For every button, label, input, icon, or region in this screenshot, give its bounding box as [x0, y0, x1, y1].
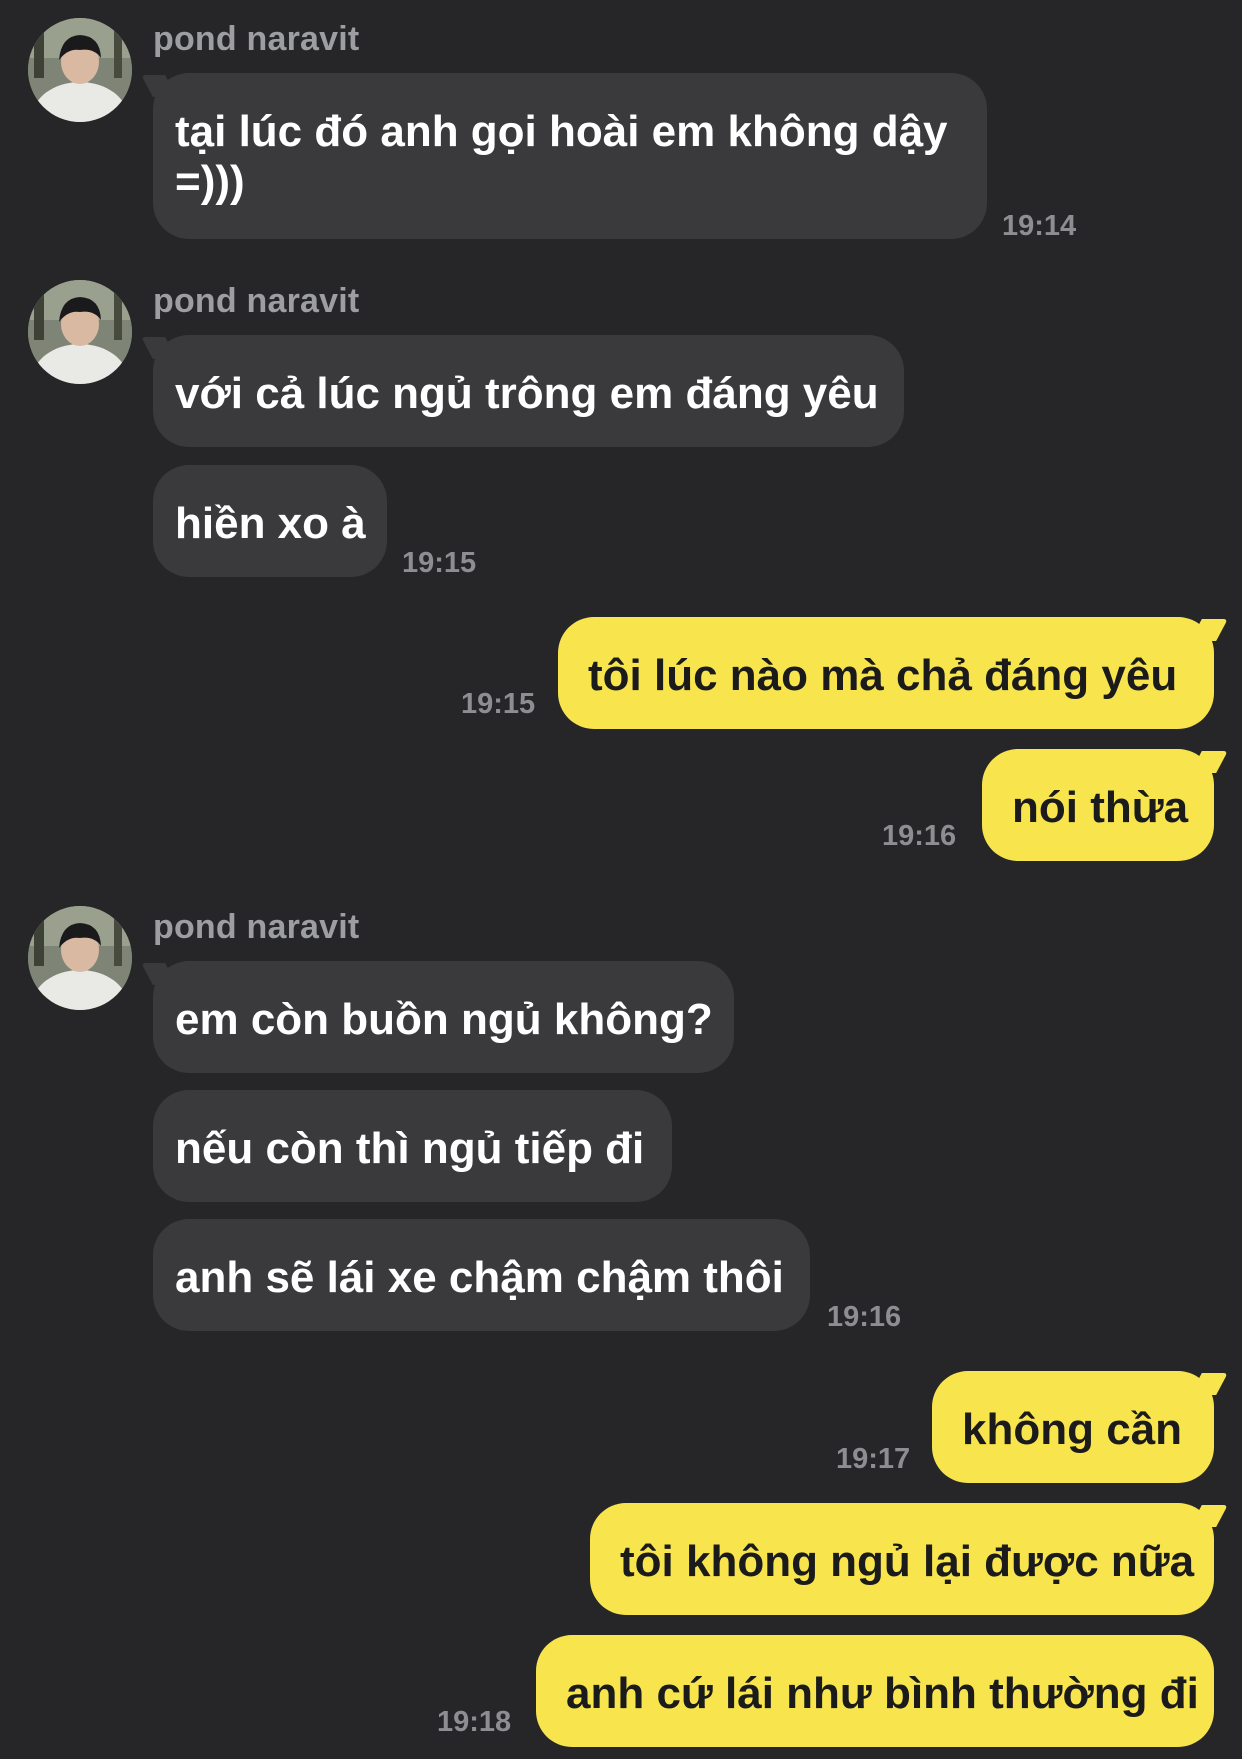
outgoing-message-bubble[interactable]: không cần — [932, 1371, 1214, 1483]
message-timestamp: 19:15 — [461, 688, 536, 720]
message-timestamp: 19:16 — [827, 1301, 902, 1333]
outgoing-message-bubble[interactable]: tôi không ngủ lại được nữa — [590, 1503, 1214, 1615]
message-text: với cả lúc ngủ trông em đáng yêu — [175, 369, 879, 418]
message-text: =))) — [175, 157, 245, 206]
message-timestamp: 19:17 — [836, 1443, 911, 1475]
incoming-message-bubble[interactable]: hiền xo à — [153, 465, 387, 577]
message-text: anh sẽ lái xe chậm chậm thôi — [175, 1253, 784, 1302]
incoming-message-bubble[interactable]: với cả lúc ngủ trông em đáng yêu — [153, 335, 904, 447]
contact-avatar[interactable] — [28, 280, 132, 384]
sender-name: pond naravit — [153, 282, 360, 320]
message-text: nếu còn thì ngủ tiếp đi — [175, 1124, 645, 1173]
message-text: em còn buồn ngủ không? — [175, 995, 713, 1044]
contact-avatar[interactable] — [28, 18, 132, 122]
chat-message-list[interactable]: pond naravit tại lúc đó anh gọi hoài em … — [0, 0, 1242, 1759]
sender-name: pond naravit — [153, 908, 360, 946]
message-text: tôi không ngủ lại được nữa — [620, 1537, 1195, 1586]
message-timestamp: 19:14 — [1002, 210, 1077, 242]
message-text: anh cứ lái như bình thường đi — [566, 1669, 1199, 1718]
outgoing-message-bubble[interactable]: tôi lúc nào mà chả đáng yêu — [558, 617, 1214, 729]
incoming-message-bubble[interactable]: nếu còn thì ngủ tiếp đi — [153, 1090, 672, 1202]
message-text: không cần — [962, 1405, 1183, 1454]
message-timestamp: 19:18 — [437, 1706, 512, 1738]
incoming-message-bubble[interactable]: tại lúc đó anh gọi hoài em không dậy =))… — [153, 73, 987, 239]
message-text: nói thừa — [1012, 783, 1189, 832]
outgoing-message-bubble[interactable]: nói thừa — [982, 749, 1214, 861]
message-text: tại lúc đó anh gọi hoài em không dậy — [175, 107, 948, 156]
message-text: tôi lúc nào mà chả đáng yêu — [588, 651, 1178, 700]
message-text: hiền xo à — [175, 499, 366, 548]
contact-avatar[interactable] — [28, 906, 132, 1010]
incoming-message-bubble[interactable]: anh sẽ lái xe chậm chậm thôi — [153, 1219, 810, 1331]
sender-name: pond naravit — [153, 20, 360, 58]
incoming-message-bubble[interactable]: em còn buồn ngủ không? — [153, 961, 734, 1073]
message-timestamp: 19:16 — [882, 820, 957, 852]
message-timestamp: 19:15 — [402, 547, 477, 579]
outgoing-message-bubble[interactable]: anh cứ lái như bình thường đi — [536, 1635, 1214, 1747]
